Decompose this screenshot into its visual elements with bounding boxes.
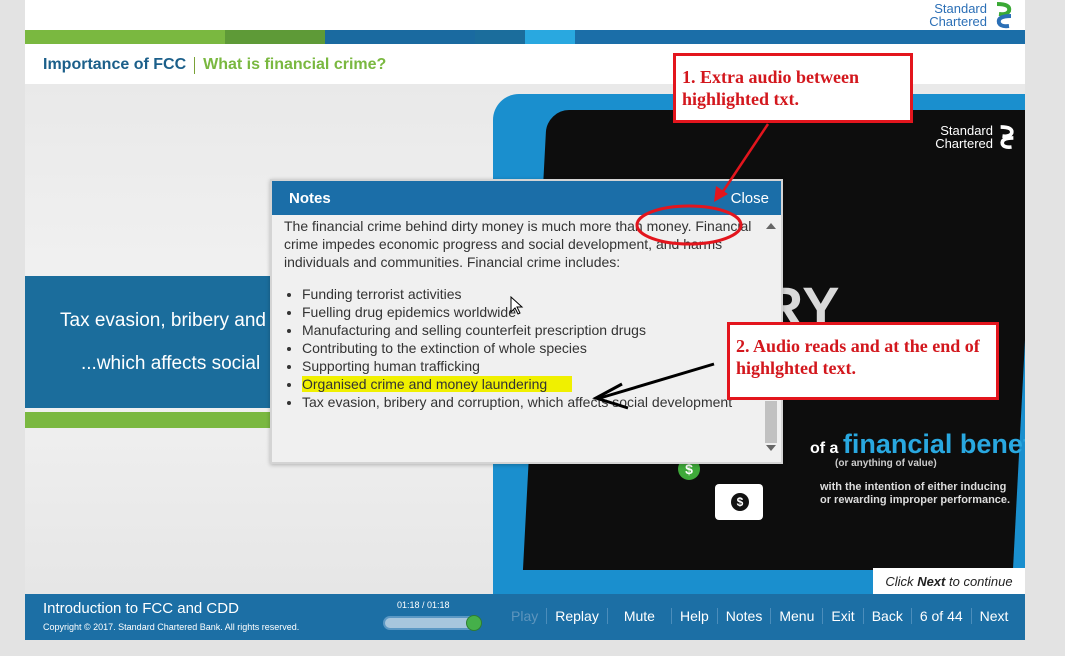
back-button[interactable]: Back bbox=[864, 608, 911, 624]
help-button[interactable]: Help bbox=[672, 608, 717, 624]
notes-title: Notes bbox=[289, 190, 331, 207]
benefit-desc: with the intention of either inducing or… bbox=[820, 481, 1010, 507]
audio-progress-bar[interactable] bbox=[383, 615, 482, 631]
benefit-prefix: of a bbox=[810, 440, 843, 457]
brand-line2: Chartered bbox=[929, 14, 987, 29]
notes-body: The financial crime behind dirty money i… bbox=[272, 215, 761, 460]
slide-logo-line2: Chartered bbox=[935, 136, 993, 151]
benefit-sub: (or anything of value) bbox=[835, 458, 937, 469]
exit-button[interactable]: Exit bbox=[823, 608, 862, 624]
financial-benefit-text: of a financial benefit bbox=[810, 429, 1025, 460]
list-item: Supporting human trafficking bbox=[302, 357, 761, 375]
list-item: Fuelling drug epidemics worldwide bbox=[302, 303, 761, 321]
sc-logo-icon bbox=[996, 2, 1012, 29]
copyright: Copyright © 2017. Standard Chartered Ban… bbox=[43, 622, 300, 632]
slide-logo: Standard Chartered bbox=[935, 122, 1017, 152]
click-next-bold: Next bbox=[917, 573, 946, 589]
annotation-callout-2: 2. Audio reads and at the end of highlgh… bbox=[727, 322, 999, 400]
brand-logo: Standard Chartered bbox=[929, 0, 1015, 30]
nav-bar: Play Replay Mute Help Notes Menu Exit Ba… bbox=[503, 608, 1016, 624]
next-button[interactable]: Next bbox=[972, 608, 1017, 624]
list-item: Manufacturing and selling counterfeit pr… bbox=[302, 321, 761, 339]
highlighted-text: Organised crime and money laundering bbox=[302, 376, 573, 392]
notes-paragraph: The financial crime behind dirty money i… bbox=[284, 218, 752, 270]
list-item: Tax evasion, bribery and corruption, whi… bbox=[302, 393, 761, 411]
course-title: Introduction to FCC and CDD bbox=[43, 600, 239, 617]
click-next-hint: Click Next to continue bbox=[873, 568, 1025, 594]
briefcase-icon: $ bbox=[715, 484, 763, 520]
time-display: 01:18 / 01:18 bbox=[397, 600, 450, 610]
player-footer: Introduction to FCC and CDD Copyright © … bbox=[25, 594, 1025, 640]
benefit-desc-line1: with the intention of either inducing bbox=[820, 481, 1007, 493]
slide-sc-logo-icon bbox=[1000, 125, 1014, 149]
mute-button[interactable]: Mute bbox=[608, 608, 671, 624]
mouse-cursor-icon bbox=[510, 296, 524, 315]
list-item-highlighted: Organised crime and money laundering bbox=[302, 375, 761, 393]
scroll-down-icon[interactable] bbox=[766, 445, 776, 451]
header-stripe bbox=[25, 30, 1025, 44]
banner-line2: ...which affects social bbox=[81, 353, 261, 374]
notes-dialog: Notes Close The financial crime behind d… bbox=[270, 179, 783, 464]
list-item: Contributing to the extinction of whole … bbox=[302, 339, 761, 357]
click-next-suffix: to continue bbox=[949, 573, 1013, 589]
breadcrumb: Importance of FCC What is financial crim… bbox=[43, 56, 386, 74]
notes-close-button[interactable]: Close bbox=[731, 190, 769, 207]
benefit-main: financial benefit bbox=[842, 429, 1025, 459]
page-counter: 6 of 44 bbox=[919, 608, 963, 624]
notes-button[interactable]: Notes bbox=[718, 608, 771, 624]
dollar-icon: $ bbox=[731, 493, 749, 511]
scroll-thumb[interactable] bbox=[765, 401, 777, 443]
annotation-callout-1: 1. Extra audio between highlighted txt. bbox=[673, 53, 913, 123]
breadcrumb-divider bbox=[194, 56, 196, 74]
replay-button[interactable]: Replay bbox=[547, 608, 607, 624]
breadcrumb-section: Importance of FCC bbox=[43, 56, 187, 73]
benefit-desc-line2: or rewarding improper performance. bbox=[820, 494, 1011, 506]
click-next-prefix: Click bbox=[885, 573, 914, 589]
progress-knob[interactable] bbox=[466, 615, 482, 631]
scroll-up-icon[interactable] bbox=[766, 223, 776, 229]
play-button[interactable]: Play bbox=[503, 608, 546, 624]
breadcrumb-page: What is financial crime? bbox=[203, 56, 387, 73]
menu-button[interactable]: Menu bbox=[771, 608, 822, 624]
notes-header: Notes Close bbox=[272, 181, 781, 215]
banner-line1: Tax evasion, bribery and bbox=[60, 310, 266, 331]
list-item: Funding terrorist activities bbox=[302, 285, 761, 303]
